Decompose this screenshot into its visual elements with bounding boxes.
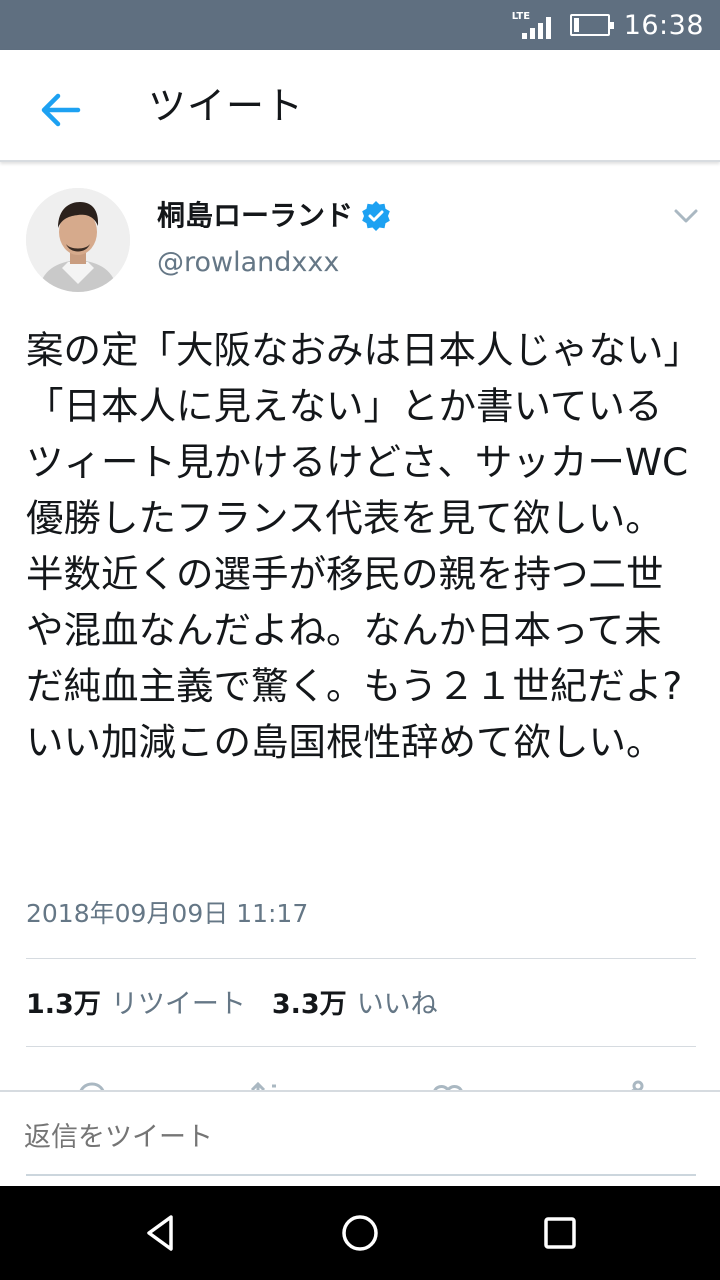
nav-back-button[interactable] bbox=[136, 1208, 186, 1258]
nav-home-button[interactable] bbox=[335, 1208, 385, 1258]
battery-level bbox=[573, 18, 580, 32]
divider bbox=[26, 1046, 696, 1047]
back-triangle-icon bbox=[147, 1215, 173, 1251]
home-circle-icon bbox=[342, 1215, 378, 1251]
tweet-text: 案の定「大阪なおみは日本人じゃない」「日本人に見えない」とか書いているツィート見… bbox=[26, 328, 689, 764]
author-name-text: 桐島ローランド bbox=[157, 199, 354, 232]
author-handle[interactable]: @rowlandxxx bbox=[157, 244, 339, 282]
tweet-stats: 1.3万 リツイート 3.3万 いいね bbox=[26, 978, 464, 1024]
app-bar: ツイート bbox=[0, 50, 720, 162]
avatar[interactable] bbox=[26, 188, 130, 292]
retweet-label[interactable]: リツイート bbox=[111, 982, 246, 1021]
retweet-count[interactable]: 1.3万 bbox=[26, 982, 101, 1021]
arrow-left-icon bbox=[41, 93, 81, 127]
status-bar: LTE 16:38 bbox=[0, 0, 720, 50]
reply-input[interactable] bbox=[24, 1116, 378, 1158]
reply-input-underline bbox=[26, 1174, 696, 1176]
battery-icon bbox=[569, 14, 614, 36]
nav-recents-button[interactable] bbox=[535, 1208, 585, 1258]
lte-signal-icon: LTE bbox=[512, 11, 556, 39]
author-name[interactable]: 桐島ローランド bbox=[157, 196, 391, 236]
back-button[interactable] bbox=[30, 82, 90, 138]
like-label[interactable]: いいね bbox=[357, 982, 438, 1021]
status-icons: LTE 16:38 bbox=[512, 0, 704, 50]
chevron-down-icon[interactable] bbox=[672, 202, 700, 230]
status-time: 16:38 bbox=[623, 9, 704, 41]
tweet-timestamp[interactable]: 2018年09月09日 11:17 bbox=[26, 892, 308, 936]
avatar-image bbox=[26, 188, 130, 292]
recents-square-icon bbox=[544, 1217, 576, 1249]
divider bbox=[26, 958, 696, 959]
system-nav-bar bbox=[0, 1186, 720, 1280]
reply-bar bbox=[0, 1090, 720, 1186]
like-count[interactable]: 3.3万 bbox=[272, 982, 347, 1021]
page-title: ツイート bbox=[148, 84, 305, 128]
verified-badge-icon bbox=[362, 201, 390, 231]
signal-bars bbox=[521, 17, 551, 39]
